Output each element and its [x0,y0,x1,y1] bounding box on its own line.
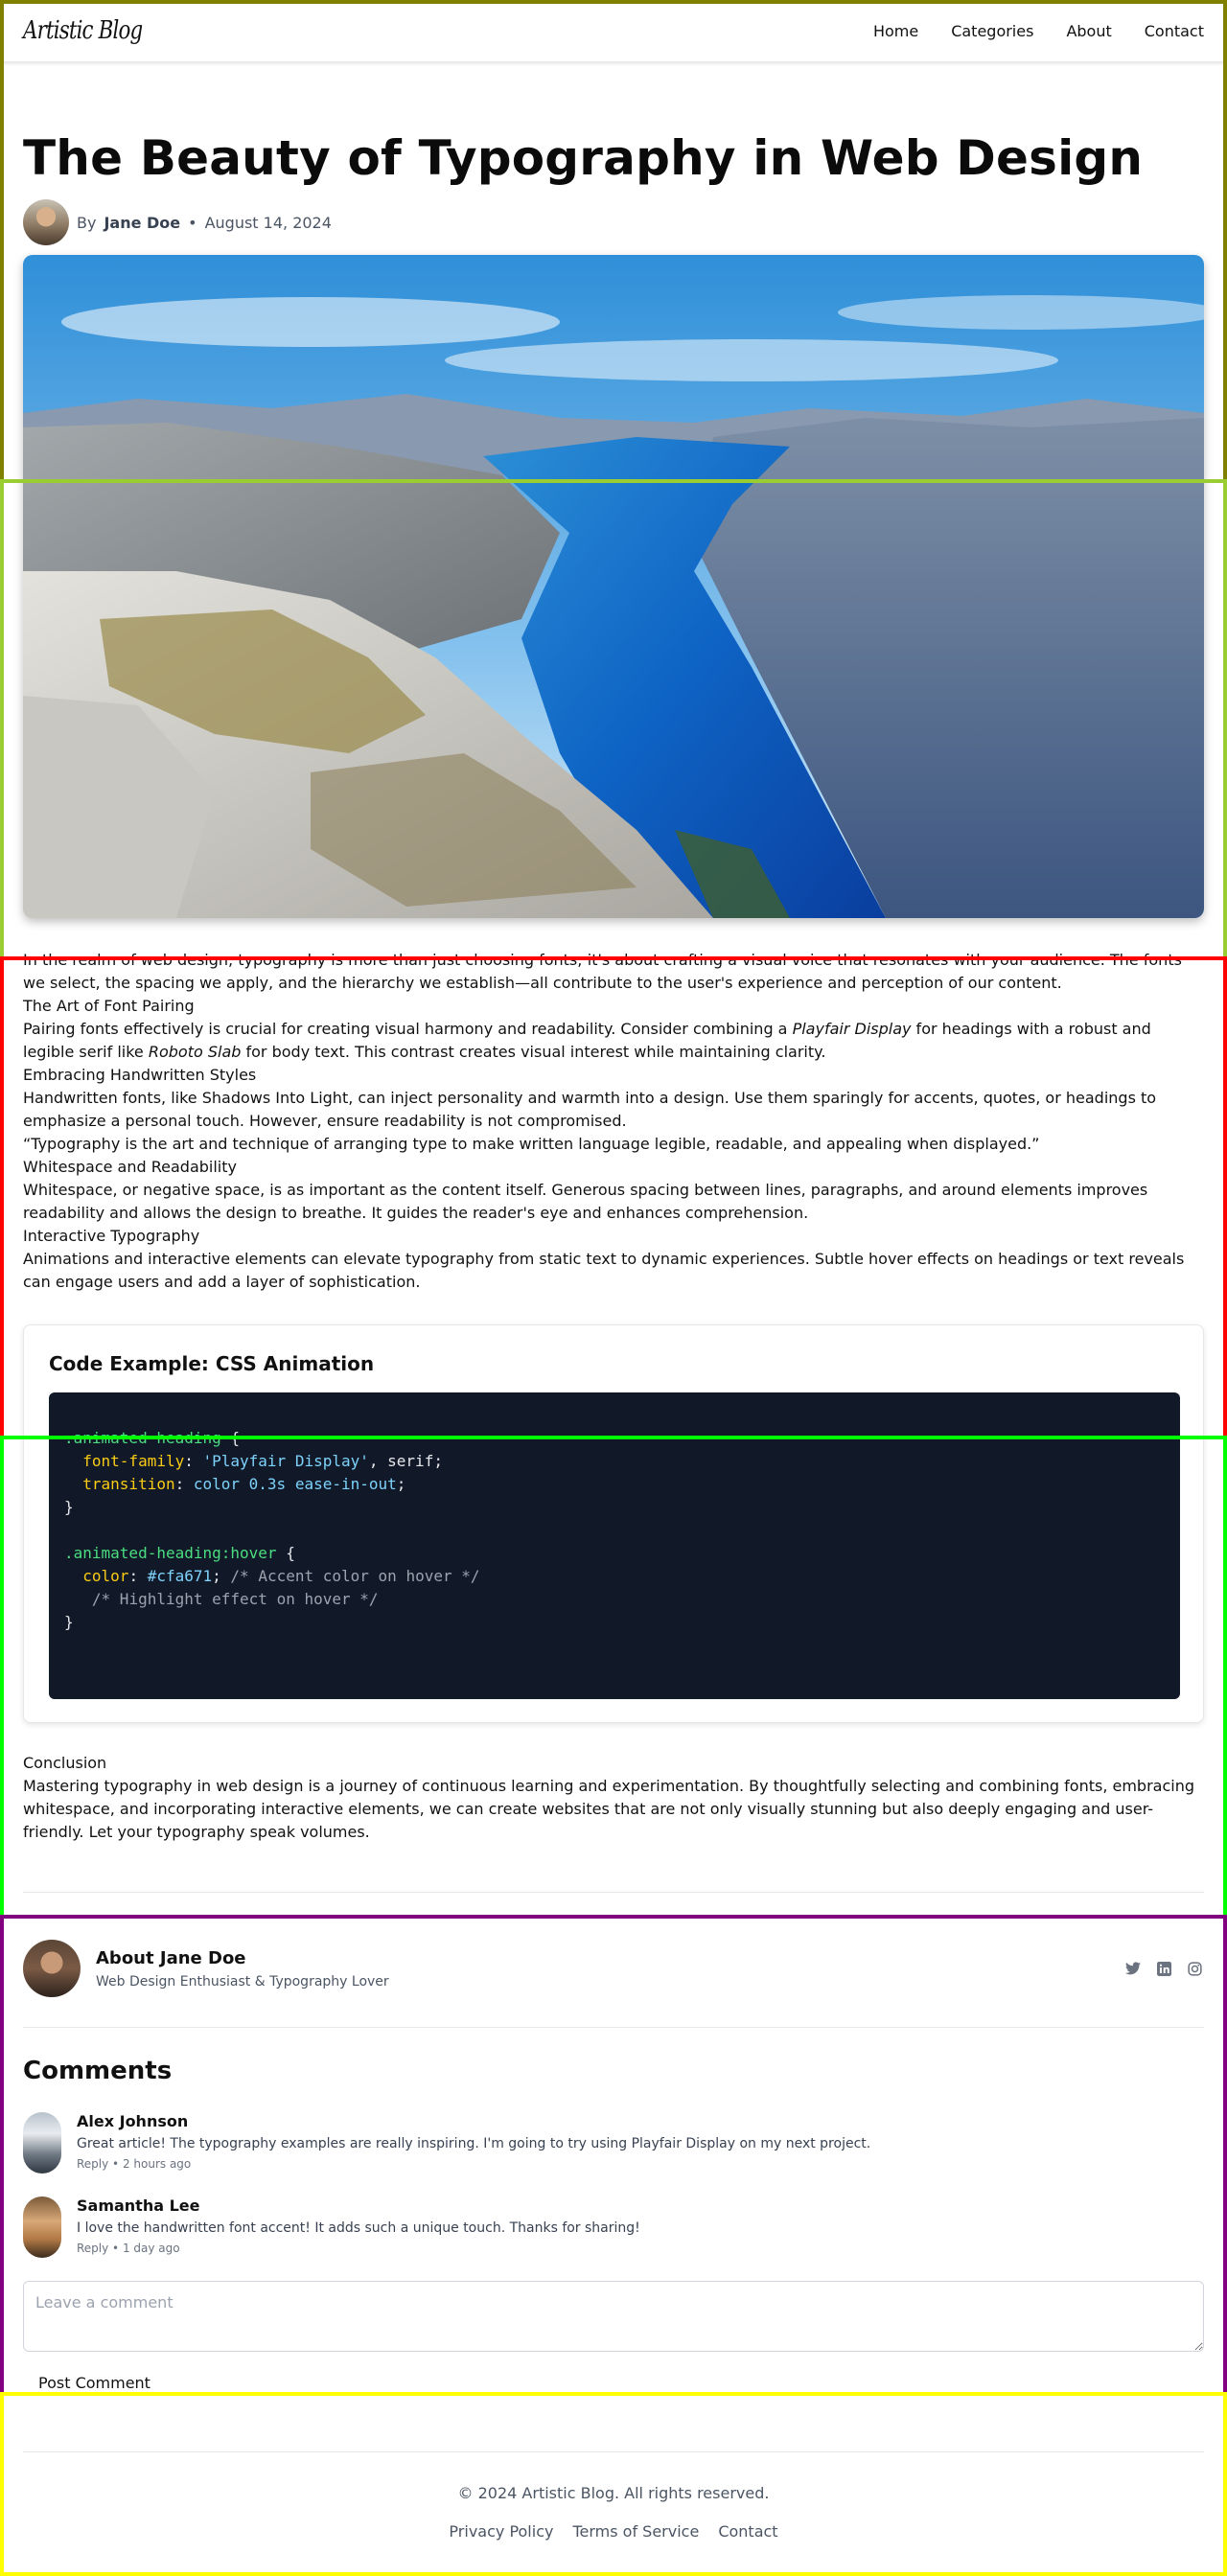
footer-link-contact[interactable]: Contact [718,2522,777,2541]
footer-link-privacy[interactable]: Privacy Policy [449,2522,553,2541]
code-block[interactable]: .animated-heading { font-family: 'Playfa… [49,1392,1180,1699]
font-name-playfair: Playfair Display [792,1020,912,1038]
paragraph-handwritten: Handwritten fonts, like Shadows Into Lig… [23,1089,1157,1130]
footer-divider [23,2451,1204,2452]
paragraph-whitespace: Whitespace, or negative space, is as imp… [23,1181,1148,1222]
comment-textarea[interactable] [23,2281,1204,2352]
post-comment-button[interactable]: Post Comment [38,2374,150,2392]
nav-link-about[interactable]: About [1066,22,1111,40]
conclusion-section: Conclusion Mastering typography in web d… [23,1752,1204,1844]
heading-font-pairing: The Art of Font Pairing [23,997,195,1015]
post-byline: By Jane Doe • August 14, 2024 [23,199,332,245]
commenter-avatar [23,2196,61,2258]
comment-item: Alex Johnson Great article! The typograp… [23,2112,1204,2174]
heading-whitespace: Whitespace and Readability [23,1158,237,1176]
paragraph-font-pairing: Pairing fonts effectively is crucial for… [23,1020,1151,1061]
author-avatar [23,199,69,245]
divider [23,2027,1204,2028]
footer-copyright: © 2024 Artistic Blog. All rights reserve… [457,2484,770,2502]
hero-image [23,255,1204,918]
heading-interactive: Interactive Typography [23,1227,200,1245]
comments-heading: Comments [23,2057,173,2085]
nav-link-categories[interactable]: Categories [951,22,1033,40]
nav-link-home[interactable]: Home [873,22,918,40]
commenter-avatar [23,2112,61,2174]
divider [23,1892,1204,1893]
comment-item: Samantha Lee I love the handwritten font… [23,2196,1204,2258]
nav-link-contact[interactable]: Contact [1145,22,1204,40]
comment-text: I love the handwritten font accent! It a… [77,2220,640,2236]
font-name-roboto-slab: Roboto Slab [148,1043,242,1061]
code-example-title: Code Example: CSS Animation [49,1352,375,1375]
footer-links: Privacy Policy Terms of Service Contact [0,2522,1227,2541]
linkedin-icon[interactable] [1154,1959,1173,1978]
byline-separator: • [188,213,197,232]
paragraph-interactive: Animations and interactive elements can … [23,1250,1185,1291]
heading-handwritten: Embracing Handwritten Styles [23,1066,257,1084]
brand-logo[interactable]: Artistic Blog [23,16,143,45]
footer-link-terms[interactable]: Terms of Service [572,2522,699,2541]
post-title: The Beauty of Typography in Web Design [23,130,1144,186]
heading-conclusion: Conclusion [23,1754,107,1772]
instagram-icon[interactable] [1185,1959,1204,1978]
social-links [1123,1959,1204,1978]
byline-prefix: By [77,213,97,232]
comment-meta[interactable]: Reply • 2 hours ago [77,2157,870,2171]
comment-meta[interactable]: Reply • 1 day ago [77,2242,640,2255]
article-intro: In the realm of web design, typography i… [23,951,1182,992]
code-example-card: Code Example: CSS Animation .animated-he… [23,1324,1204,1723]
author-box: About Jane Doe Web Design Enthusiast & T… [23,1940,1204,1997]
blockquote: “Typography is the art and technique of … [23,1135,1040,1153]
main-nav: Home Categories About Contact [873,22,1204,40]
author-box-avatar [23,1940,81,1997]
byline-date: August 14, 2024 [204,213,332,232]
comment-text: Great article! The typography examples a… [77,2136,871,2151]
author-box-name: About Jane Doe [96,1947,246,1968]
author-box-subtitle: Web Design Enthusiast & Typography Lover [96,1973,389,1990]
site-header: Artistic Blog Home Categories About Cont… [0,0,1227,61]
commenter-name: Alex Johnson [77,2112,189,2130]
byline-author[interactable]: Jane Doe [104,214,180,232]
paragraph-conclusion: Mastering typography in web design is a … [23,1777,1194,1841]
article-body: In the realm of web design, typography i… [23,949,1204,1294]
hero-landscape-image [23,255,1204,918]
twitter-icon[interactable] [1123,1959,1143,1978]
commenter-name: Samantha Lee [77,2196,200,2215]
